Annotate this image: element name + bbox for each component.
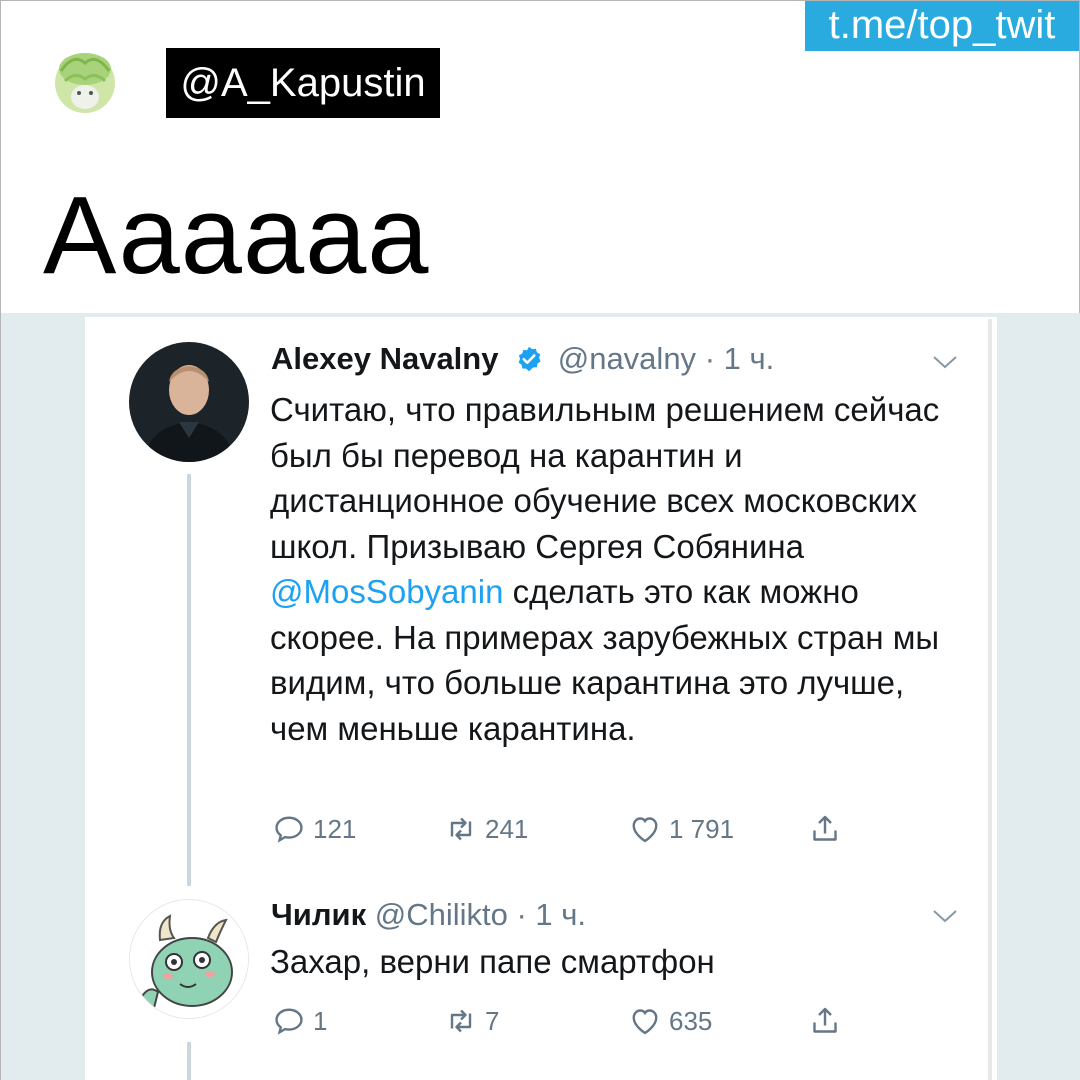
author-handle[interactable]: @navalny: [558, 341, 696, 376]
person-avatar-icon: [129, 342, 249, 462]
tweet-actions: 121 241 1 791: [271, 809, 871, 849]
tweet-text: Захар, верни папе смартфон: [270, 943, 715, 980]
thread-line: [187, 1042, 191, 1080]
tweet-card: Alexey Navalny @navalny · 1 ч. Считаю, ч…: [85, 317, 997, 886]
chevron-down-icon[interactable]: [931, 353, 959, 371]
like-button[interactable]: 1 791: [627, 809, 734, 849]
share-icon: [813, 1007, 837, 1033]
thread-line: [187, 474, 191, 886]
channel-tag[interactable]: t.me/top_twit: [805, 1, 1079, 51]
poster-avatar[interactable]: [45, 41, 125, 121]
mention-link[interactable]: @MosSobyanin: [270, 573, 503, 610]
retweet-icon: [450, 817, 472, 841]
retweet-icon: [450, 1009, 472, 1033]
tweet-header: Alexey Navalny @navalny · 1 ч.: [271, 341, 774, 377]
reply-button[interactable]: 121: [271, 809, 356, 849]
avatar[interactable]: [129, 899, 249, 1019]
reply-icon: [275, 1008, 303, 1035]
tweet-text-part: Считаю, что правильным решением сейчас б…: [270, 391, 940, 565]
cartoon-avatar-icon: [130, 900, 248, 1018]
avatar[interactable]: [129, 342, 249, 462]
author-handle[interactable]: @Chilikto: [375, 897, 508, 932]
like-count: 1 791: [669, 813, 735, 844]
share-button[interactable]: [807, 1001, 849, 1041]
author-name[interactable]: Чилик: [271, 897, 366, 932]
reply-icon: [275, 816, 303, 843]
tweet-time[interactable]: · 1 ч.: [705, 341, 775, 376]
reply-button[interactable]: 1: [271, 1001, 327, 1041]
retweet-button[interactable]: 7: [443, 1001, 499, 1041]
author-name[interactable]: Alexey Navalny: [271, 341, 498, 376]
reply-count: 1: [313, 1005, 328, 1036]
poster-handle[interactable]: @A_Kapustin: [166, 48, 440, 118]
tweet-time[interactable]: · 1 ч.: [516, 897, 586, 932]
share-icon: [813, 815, 837, 841]
like-button[interactable]: 635: [627, 1001, 712, 1041]
like-count: 635: [669, 1005, 713, 1036]
cabbage-avatar-icon: [55, 53, 115, 113]
chevron-down-icon[interactable]: [931, 907, 959, 925]
post-frame: t.me/top_twit @A_Kapustin Аааааа Alexey …: [0, 0, 1080, 1080]
tweet-screenshot: Alexey Navalny @navalny · 1 ч. Считаю, ч…: [85, 317, 997, 1080]
tweet-actions: 1 7 635: [271, 1001, 871, 1041]
tweet-text: Считаю, что правильным решением сейчас б…: [270, 387, 950, 751]
tweet-card: Чилик @Chilikto · 1 ч. Захар, верни папе…: [85, 885, 997, 1080]
heart-icon: [632, 817, 658, 843]
retweet-button[interactable]: 241: [443, 809, 528, 849]
retweet-count: 7: [485, 1005, 500, 1036]
reply-count: 121: [313, 813, 357, 844]
verified-badge-icon: [518, 346, 541, 372]
screenshot-scrollbar: [988, 319, 992, 1080]
retweet-count: 241: [485, 813, 529, 844]
meme-caption: Аааааа: [43, 174, 430, 297]
share-button[interactable]: [807, 809, 849, 849]
tweet-header: Чилик @Chilikto · 1 ч.: [271, 897, 586, 933]
heart-icon: [632, 1009, 658, 1035]
